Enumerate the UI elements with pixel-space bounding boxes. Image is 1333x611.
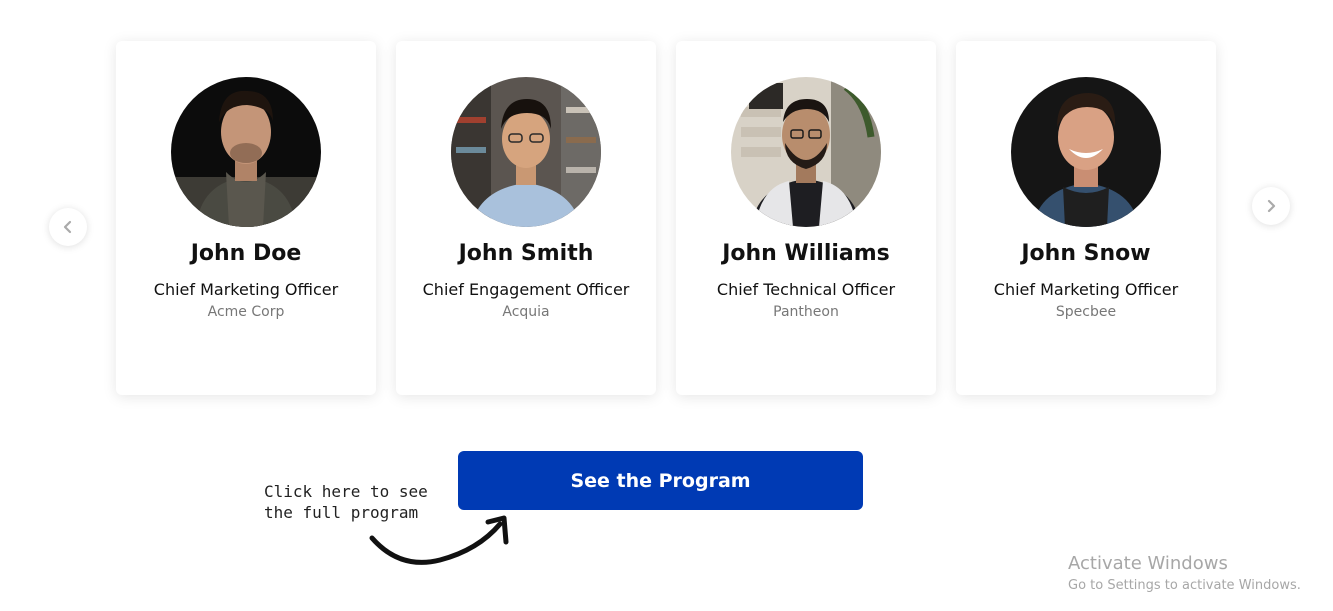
speaker-role: Chief Technical Officer <box>716 280 896 299</box>
carousel-next-button[interactable] <box>1252 187 1290 225</box>
hint-line: Click here to see <box>264 482 428 501</box>
speaker-role: Chief Marketing Officer <box>153 280 339 299</box>
speaker-card: John Doe Chief Marketing Officer Acme Co… <box>116 41 376 395</box>
chevron-left-icon <box>63 220 72 234</box>
avatar <box>1011 77 1161 227</box>
avatar <box>451 77 601 227</box>
speaker-name: John Williams <box>722 241 890 266</box>
speaker-role: Chief Marketing Officer <box>993 280 1179 299</box>
avatar <box>171 77 321 227</box>
speaker-card: John Smith Chief Engagement Officer Acqu… <box>396 41 656 395</box>
windows-activation-watermark: Activate Windows Go to Settings to activ… <box>1068 553 1301 596</box>
chevron-right-icon <box>1267 199 1276 213</box>
see-program-button[interactable]: See the Program <box>458 451 863 510</box>
watermark-subtitle: Go to Settings to activate Windows. <box>1068 578 1301 593</box>
carousel-prev-button[interactable] <box>49 208 87 246</box>
speaker-role: Chief Engagement Officer <box>422 280 630 299</box>
speaker-company: Pantheon <box>773 304 839 320</box>
speaker-name: John Smith <box>458 241 594 266</box>
speaker-name: John Snow <box>1021 241 1151 266</box>
speaker-card: John Williams Chief Technical Officer Pa… <box>676 41 936 395</box>
speaker-company: Specbee <box>1055 304 1117 320</box>
speakers-section: John Doe Chief Marketing Officer Acme Co… <box>0 0 1333 611</box>
speaker-card: John Snow Chief Marketing Officer Specbe… <box>956 41 1216 395</box>
avatar <box>731 77 881 227</box>
speaker-name: John Doe <box>190 241 302 266</box>
watermark-title: Activate Windows <box>1068 553 1228 574</box>
speaker-company: Acme Corp <box>207 304 285 320</box>
curved-arrow-icon <box>369 515 509 565</box>
speaker-company: Acquia <box>502 304 550 320</box>
